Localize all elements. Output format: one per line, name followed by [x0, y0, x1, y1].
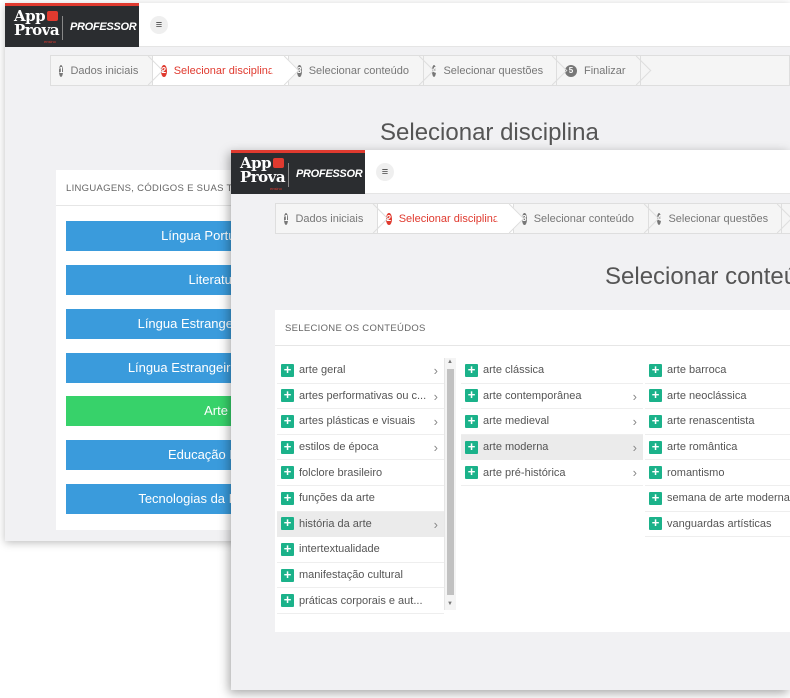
- step-selecionar-conteudo[interactable]: 3Selecionar conteúdo: [289, 56, 424, 85]
- menu-toggle-icon[interactable]: ≡: [376, 163, 394, 181]
- logo-subtext: ensino: [270, 186, 282, 191]
- app-logo[interactable]: App Prova ensino PROFESSOR: [231, 150, 365, 194]
- plus-icon[interactable]: +: [649, 491, 662, 505]
- plus-icon[interactable]: +: [649, 363, 662, 377]
- chevron-right-icon: ›: [632, 439, 637, 455]
- plus-icon[interactable]: +: [465, 363, 478, 377]
- step-selecionar-questoes[interactable]: 4 Selecionar questões: [649, 204, 782, 233]
- list-item[interactable]: + arte romântica: [645, 435, 790, 461]
- list-item-selected[interactable]: + arte moderna ›: [461, 434, 643, 461]
- list-item[interactable]: + intertextualidade: [277, 537, 444, 563]
- chevron-right-icon: ›: [433, 439, 438, 455]
- plus-icon[interactable]: +: [465, 465, 478, 480]
- step-finalizar[interactable]: 5 Finalizar: [557, 56, 641, 85]
- plus-icon[interactable]: +: [281, 593, 294, 608]
- step-selecionar-questoes[interactable]: 4 Selecionar questões: [424, 56, 557, 85]
- app-logo[interactable]: App Prova ensino PROFESSOR: [5, 3, 139, 47]
- step-selecionar-conteudo[interactable]: 3Selecionar conteúdo: [514, 204, 649, 233]
- plus-icon[interactable]: +: [649, 414, 662, 428]
- plus-icon[interactable]: +: [465, 388, 478, 403]
- content-column-3: + arte barroca + arte neoclássica + arte re…: [645, 358, 790, 538]
- step-selecionar-disciplina[interactable]: 2 Selecionar disciplina: [378, 204, 514, 233]
- plus-icon[interactable]: +: [281, 440, 294, 454]
- scroll-up-icon[interactable]: ▲: [447, 359, 453, 365]
- list-item[interactable]: + arte contemporânea ›: [461, 384, 643, 410]
- chevron-right-icon: ›: [632, 465, 637, 481]
- front-window: App Prova ensino PROFESSOR ≡ 1 Dados inic…: [231, 150, 790, 690]
- chevron-right-icon: ›: [433, 516, 438, 532]
- list-item[interactable]: + arte barroca: [645, 358, 790, 384]
- plus-icon[interactable]: +: [281, 363, 294, 377]
- menu-toggle-icon[interactable]: ≡: [150, 16, 168, 34]
- scrollbar-thumb[interactable]: [447, 369, 454, 595]
- list-item[interactable]: + arte geral ›: [277, 358, 444, 384]
- plus-icon[interactable]: +: [649, 440, 662, 454]
- list-item[interactable]: + arte medieval ›: [461, 409, 643, 435]
- content-column-2: + arte clássica + arte contemporânea › + art…: [461, 358, 643, 486]
- plus-icon[interactable]: +: [465, 440, 478, 454]
- plus-icon[interactable]: +: [281, 491, 294, 505]
- list-item[interactable]: + arte pré-histórica ›: [461, 460, 643, 486]
- scroll-down-icon[interactable]: ▼: [447, 601, 453, 607]
- plus-icon[interactable]: +: [649, 388, 662, 403]
- step-dados-iniciais[interactable]: 1 Dados iniciais: [51, 56, 153, 85]
- plus-icon[interactable]: +: [465, 414, 478, 428]
- plus-icon[interactable]: +: [281, 516, 294, 531]
- panel-header: SELECIONE OS CONTEÚDOS: [275, 310, 790, 346]
- list-item[interactable]: + romantismo: [645, 460, 790, 486]
- role-label: PROFESSOR: [296, 168, 363, 180]
- step-dados-iniciais[interactable]: 1 Dados iniciais: [276, 204, 378, 233]
- chevron-right-icon: ›: [433, 414, 438, 430]
- list-item[interactable]: + artes plásticas e visuais ›: [277, 409, 444, 435]
- chevron-right-icon: ›: [632, 414, 637, 430]
- step-selecionar-disciplina[interactable]: 2 Selecionar disciplina: [153, 56, 289, 85]
- page-title: Selecionar disciplina: [380, 119, 599, 146]
- plus-icon[interactable]: +: [281, 568, 294, 582]
- wizard-steps: 1Dados iniciais 2Selecionar disciplina 3…: [50, 55, 790, 86]
- plus-icon[interactable]: +: [281, 465, 294, 480]
- plus-icon[interactable]: +: [649, 516, 662, 531]
- logo-badge-icon: [47, 11, 58, 21]
- wizard-steps: 1Dados iniciais 2Selecionar disciplina 3…: [275, 203, 790, 234]
- content-column-1: + arte geral › + artes performativas ou c..…: [277, 358, 444, 614]
- list-item[interactable]: + funções da arte: [277, 486, 444, 512]
- top-bar: App Prova ensino PROFESSOR ≡: [5, 3, 790, 47]
- plus-icon[interactable]: +: [649, 465, 662, 480]
- list-item-selected[interactable]: + história da arte ›: [277, 511, 444, 538]
- logo-subtext: ensino: [44, 39, 56, 44]
- list-item[interactable]: + arte neoclássica: [645, 384, 790, 410]
- role-label: PROFESSOR: [70, 21, 137, 33]
- list-item[interactable]: + folclore brasileiro: [277, 460, 444, 486]
- logo-text-prova: Prova: [14, 21, 60, 39]
- plus-icon[interactable]: +: [281, 388, 294, 403]
- list-item[interactable]: + arte renascentista: [645, 409, 790, 435]
- list-item[interactable]: + semana de arte moderna: [645, 486, 790, 512]
- page-title: Selecionar conteúdo: [605, 263, 790, 290]
- column-1-scrollbar[interactable]: ▲ ▼: [444, 358, 456, 610]
- top-bar: App Prova ensino PROFESSOR ≡: [231, 150, 790, 194]
- list-item[interactable]: + artes performativas ou c... ›: [277, 384, 444, 410]
- logo-badge-icon: [273, 158, 284, 168]
- list-item[interactable]: + vanguardas artísticas: [645, 512, 790, 538]
- list-item[interactable]: + manifestação cultural: [277, 563, 444, 589]
- chevron-right-icon: ›: [433, 363, 438, 378]
- list-item[interactable]: + estilos de época ›: [277, 435, 444, 461]
- logo-divider: [288, 163, 289, 187]
- plus-icon[interactable]: +: [281, 542, 294, 556]
- chevron-right-icon: ›: [433, 388, 438, 404]
- logo-text-prova: Prova: [240, 168, 286, 186]
- list-item[interactable]: + arte clássica: [461, 358, 643, 384]
- plus-icon[interactable]: +: [281, 414, 294, 428]
- list-item[interactable]: + práticas corporais e aut...: [277, 588, 444, 614]
- chevron-right-icon: ›: [632, 388, 637, 404]
- logo-divider: [62, 16, 63, 40]
